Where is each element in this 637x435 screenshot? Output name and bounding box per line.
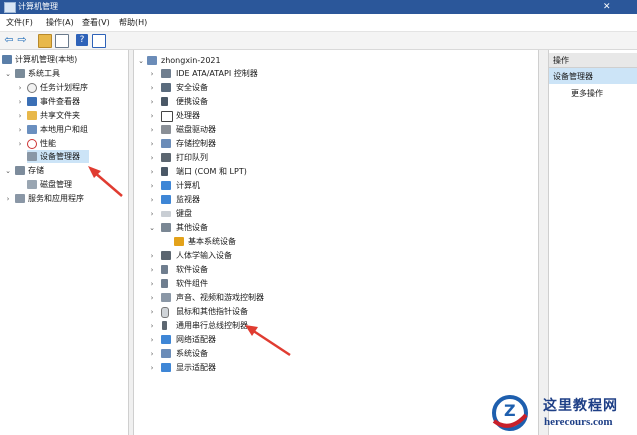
watermark-site-name: 这里教程网 <box>543 398 618 414</box>
annotation-arrows <box>88 166 291 357</box>
annotation-arrow-device-manager <box>88 166 123 197</box>
watermark-url: herecours.com <box>544 416 613 428</box>
annotation-arrow-usb-controller <box>245 325 291 357</box>
site-watermark: Z 这里教程网 herecours.com <box>488 390 637 435</box>
watermark-logo-letter: Z <box>504 401 516 420</box>
